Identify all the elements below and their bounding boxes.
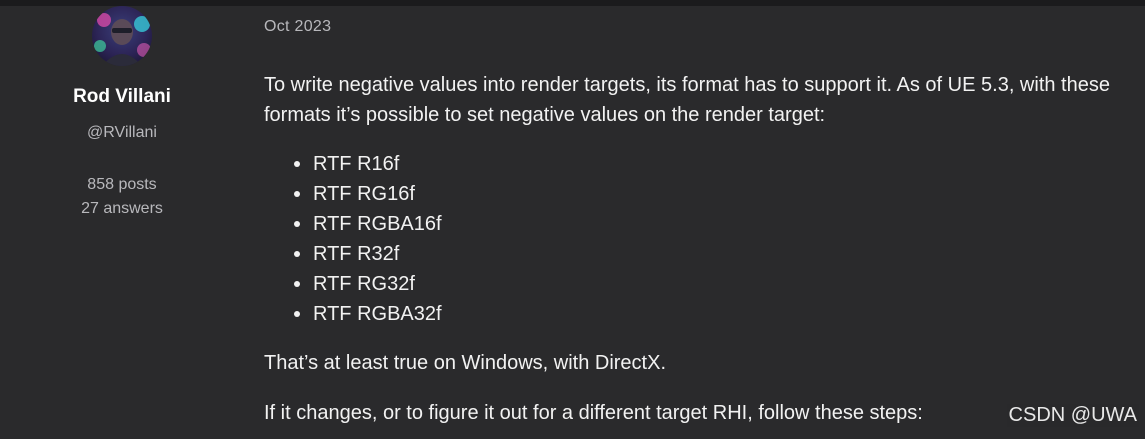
bullet-icon	[294, 191, 300, 197]
bullet-icon	[294, 281, 300, 287]
list-item-text: RTF R32f	[313, 243, 400, 265]
list-item-text: RTF RG16f	[313, 183, 415, 205]
bullet-icon	[294, 161, 300, 167]
bullet-icon	[294, 311, 300, 317]
list-item-text: RTF RGBA16f	[313, 213, 442, 235]
bullet-icon	[294, 221, 300, 227]
list-item: RTF RG16f	[264, 179, 442, 209]
post-paragraph-steps: If it changes, or to figure it out for a…	[264, 402, 923, 424]
list-item-text: RTF RGBA32f	[313, 303, 442, 325]
post-paragraph-platform: That’s at least true on Windows, with Di…	[264, 352, 667, 374]
author-answer-count: 27 answers	[81, 200, 163, 217]
list-item: RTF RGBA16f	[264, 209, 442, 239]
forum-post: Rod Villani @RVillani 858 posts 27 answe…	[0, 0, 1145, 439]
list-item-text: RTF RG32f	[313, 273, 415, 295]
list-item-text: RTF R16f	[313, 153, 400, 175]
avatar[interactable]	[92, 6, 152, 66]
list-item: RTF RGBA32f	[264, 299, 442, 329]
bullet-icon	[294, 251, 300, 257]
author-handle: @RVillani	[87, 124, 157, 141]
post-paragraph-intro: To write negative values into render tar…	[264, 74, 1110, 126]
top-divider	[0, 0, 1145, 6]
author-name[interactable]: Rod Villani	[0, 86, 244, 108]
list-item: RTF R16f	[264, 149, 442, 179]
list-item: RTF R32f	[264, 239, 442, 269]
post-date: Oct 2023	[264, 18, 332, 35]
watermark-label: CSDN @UWA	[1006, 404, 1139, 427]
author-post-count: 858 posts	[87, 176, 157, 193]
list-item: RTF RG32f	[264, 269, 442, 299]
format-list: RTF R16f RTF RG16f RTF RGBA16f RTF R32f …	[264, 149, 442, 329]
